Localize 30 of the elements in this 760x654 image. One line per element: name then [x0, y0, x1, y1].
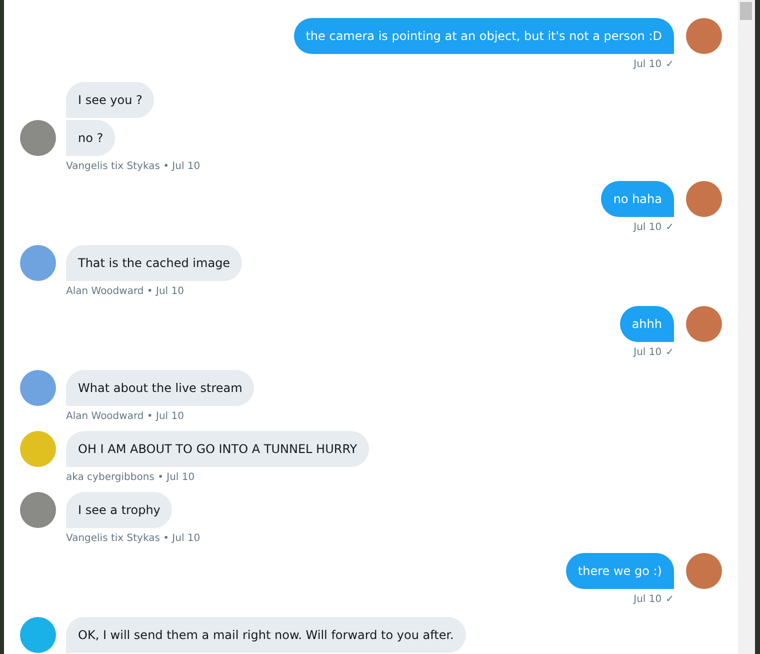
avatar-photo-placeholder [686, 18, 722, 54]
message-author-time: Alan Woodward • Jul 10 [66, 410, 184, 424]
message-time: Jul 10 [634, 593, 662, 607]
sent-message-bubble: the camera is pointing at an object, but it's not a person :D [294, 18, 674, 54]
message-author-time: Alan Woodward • Jul 10 [66, 285, 184, 299]
scrollbar-thumb[interactable] [740, 2, 752, 20]
avatar-photo-placeholder [686, 181, 722, 217]
received-message-bubble: I see a trophy [66, 492, 172, 528]
sent-message-bubble: no haha [601, 181, 674, 217]
received-message-bubble: OK, I will send them a mail right now. Will forward to you after. [66, 617, 466, 653]
sent-message-bubble: ahhh [620, 306, 674, 342]
message-author-time: Vangelis tix Stykas • Jul 10 [66, 160, 200, 174]
scrollbar[interactable] [738, 0, 755, 654]
received-message-bubble: I see you ? [66, 82, 154, 118]
avatar-photo-placeholder [686, 306, 722, 342]
sent-message-bubble: there we go :) [566, 553, 674, 589]
received-message-bubble: OH I AM ABOUT TO GO INTO A TUNNEL HURRY [66, 431, 370, 467]
received-message-bubble: What about the live stream [66, 370, 254, 406]
read-check: ✓ [666, 346, 674, 360]
received-message-bubble: no ? [66, 120, 116, 156]
read-check: ✓ [666, 593, 674, 607]
message-author-time: Vangelis tix Stykas • Jul 10 [66, 532, 200, 546]
message-time: Jul 10 [634, 221, 662, 235]
message-time: Jul 10 [634, 346, 662, 360]
message-time: Jul 10 [634, 58, 662, 72]
avatar-photo-placeholder [686, 553, 722, 589]
read-check: ✓ [666, 58, 674, 72]
received-message-bubble: That is the cached image [66, 245, 242, 281]
message-author-time: aka cybergibbons • Jul 10 [66, 471, 195, 485]
read-check: ✓ [666, 221, 674, 235]
